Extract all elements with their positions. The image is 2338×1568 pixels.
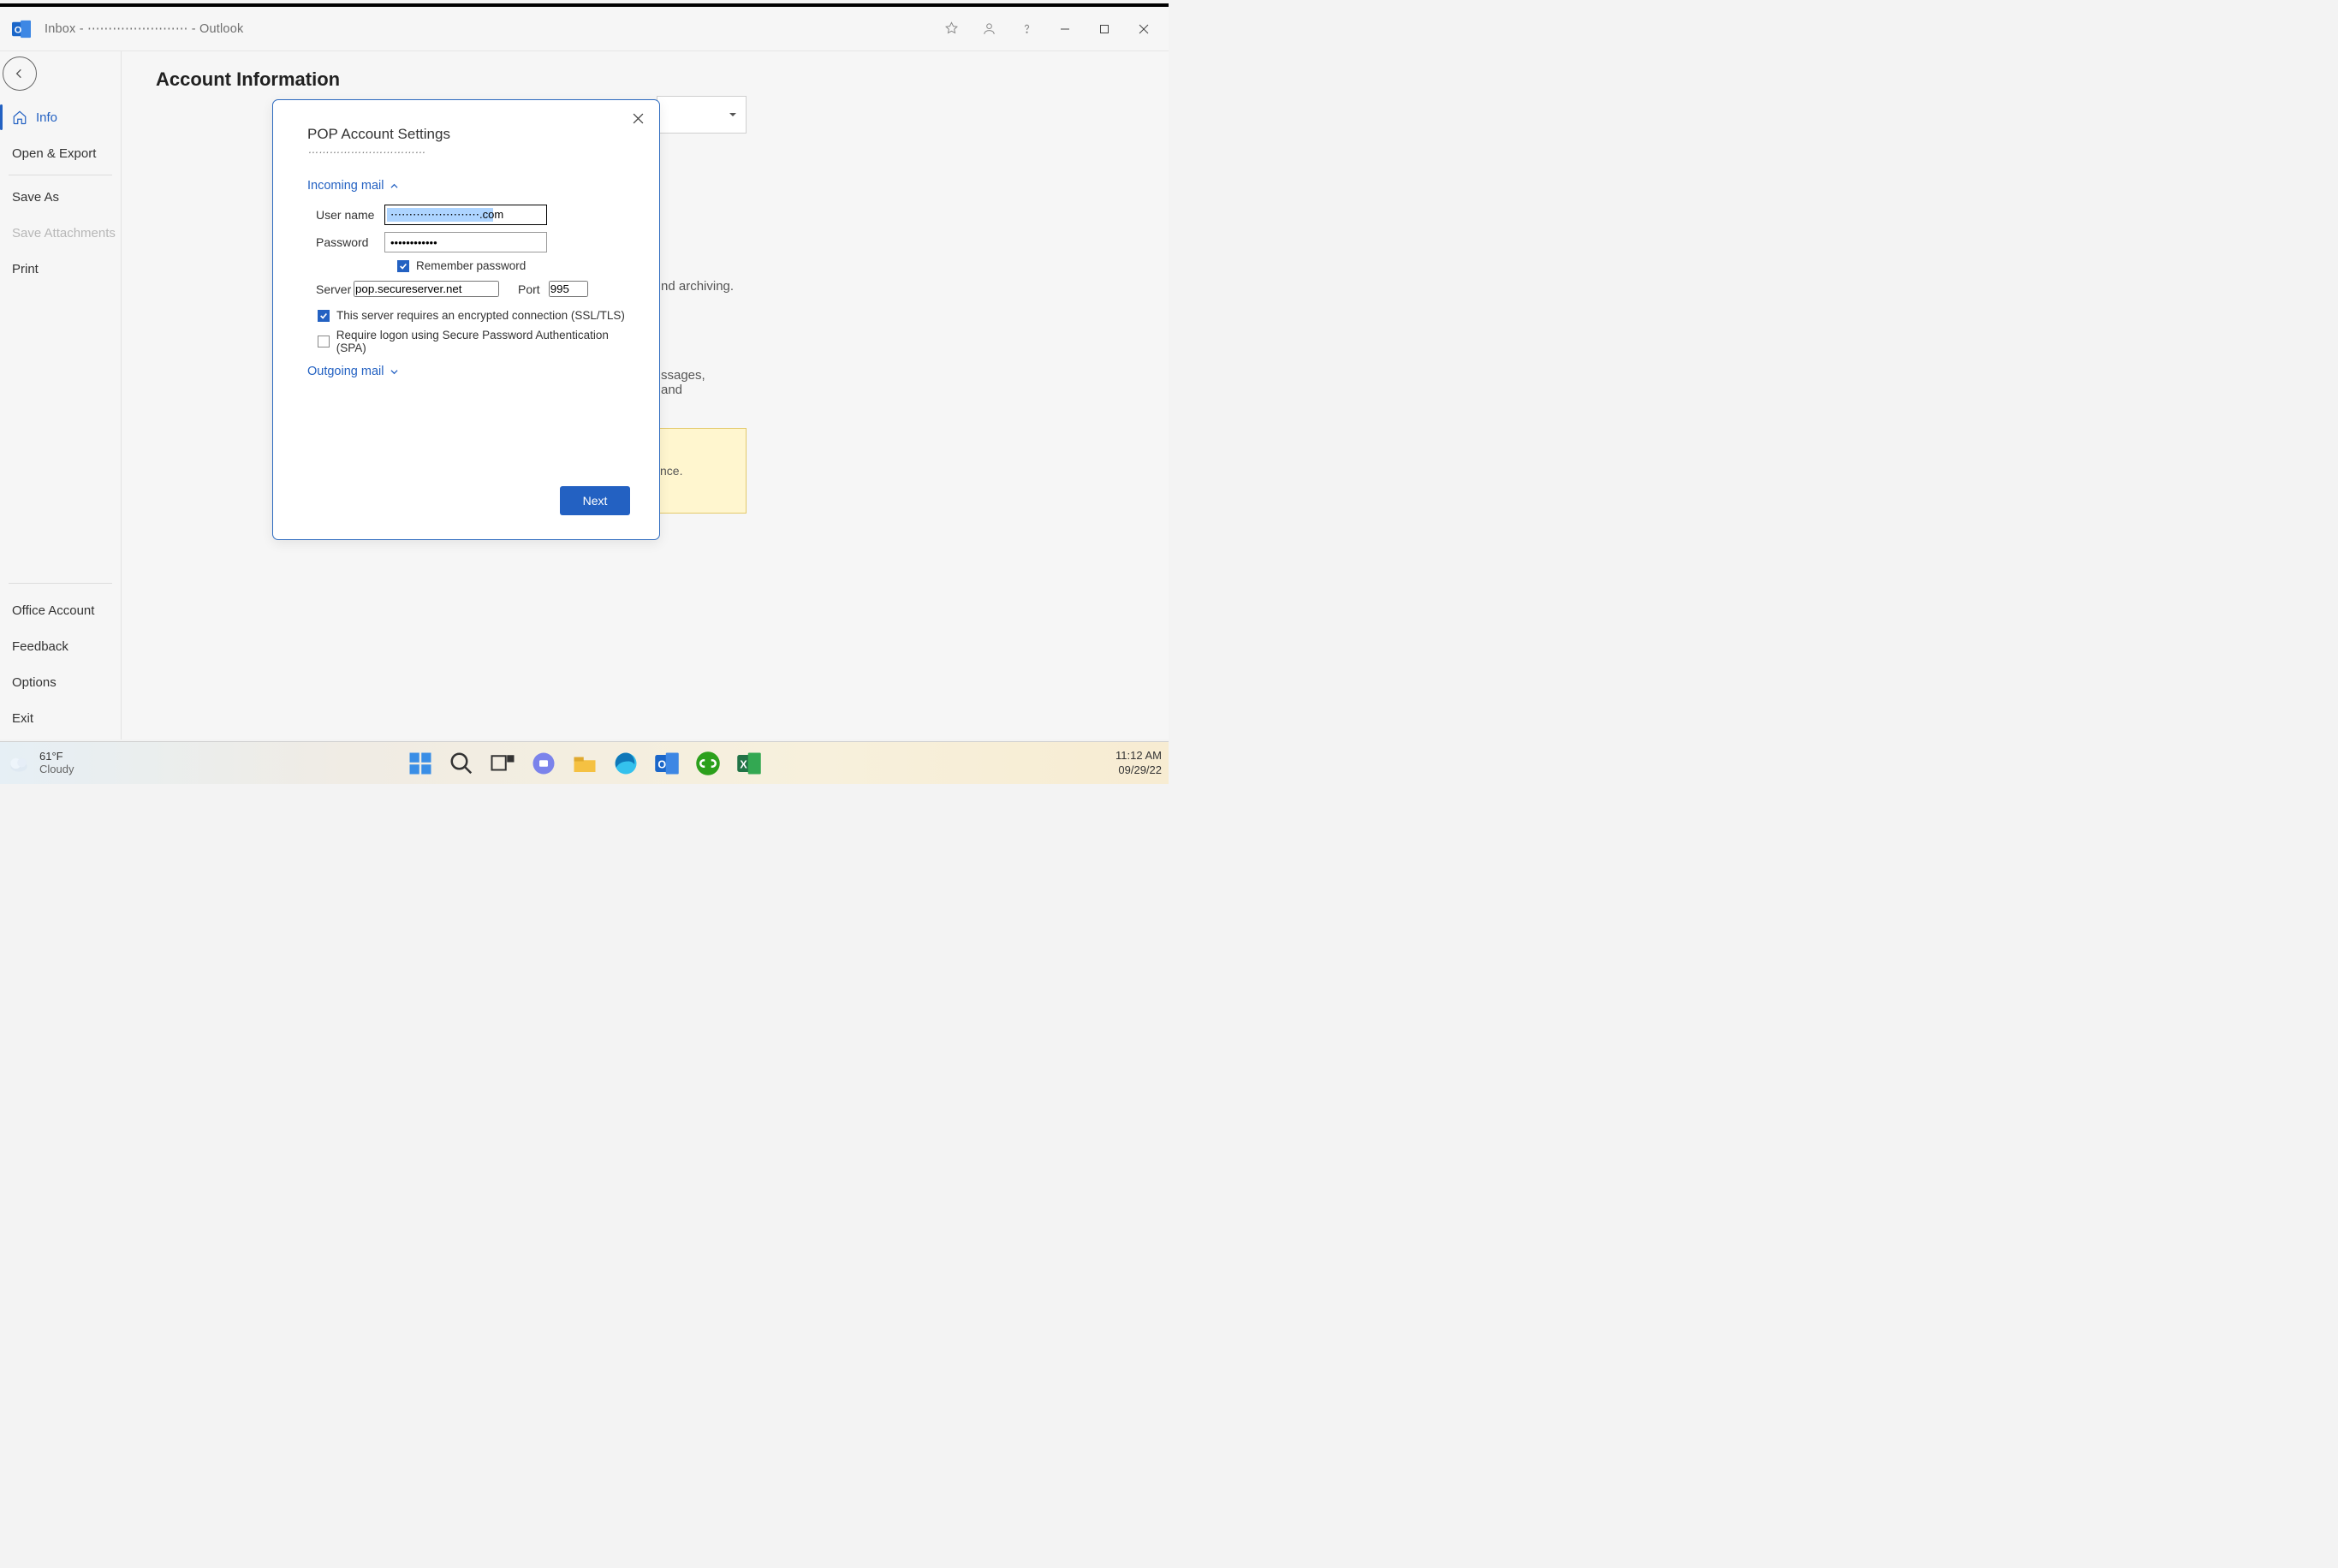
sidebar-item-label: Exit — [12, 711, 33, 726]
minimize-button[interactable] — [1045, 15, 1085, 43]
password-label: Password — [307, 235, 384, 249]
chevron-up-icon — [390, 182, 398, 190]
remember-password-label: Remember password — [416, 259, 526, 272]
ssl-label: This server requires an encrypted connec… — [336, 309, 625, 322]
outlook-icon: O — [12, 20, 31, 39]
help-icon[interactable] — [1008, 13, 1045, 45]
spa-label: Require logon using Secure Password Auth… — [336, 329, 635, 354]
incoming-mail-section-toggle[interactable]: Incoming mail — [307, 179, 635, 193]
spa-checkbox[interactable] — [318, 336, 330, 347]
windows-taskbar: 61°F Cloudy O X 11:12 AM 09/29/22 — [0, 741, 1169, 784]
section-label: Outgoing mail — [307, 365, 384, 378]
sidebar-item-open-export[interactable]: Open & Export — [0, 135, 121, 171]
task-view-button[interactable] — [490, 751, 515, 776]
dialog-subtitle: ⋯⋯⋯⋯⋯⋯⋯⋯⋯⋯⋯ — [307, 146, 635, 158]
search-button[interactable] — [449, 751, 474, 776]
page-title: Account Information — [156, 68, 1169, 91]
yellow-banner-fragment: nce. — [657, 428, 747, 514]
ssl-checkbox[interactable] — [318, 310, 330, 322]
excel-icon[interactable]: X — [736, 751, 762, 776]
sidebar-item-label: Office Account — [12, 603, 94, 618]
outlook-window: O Inbox - ⋯⋯⋯⋯⋯⋯⋯⋯ - Outlook Info Open &… — [0, 3, 1169, 739]
close-window-button[interactable] — [1124, 15, 1163, 43]
sidebar-item-office-account[interactable]: Office Account — [0, 592, 121, 628]
svg-text:O: O — [657, 758, 666, 770]
section-label: Incoming mail — [307, 179, 384, 193]
backstage-sidebar: Info Open & Export Save As Save Attachme… — [0, 51, 122, 739]
server-input[interactable] — [354, 281, 499, 297]
home-icon — [12, 110, 27, 125]
file-explorer-icon[interactable] — [572, 751, 598, 776]
weather-desc: Cloudy — [39, 763, 74, 776]
window-title: Inbox - ⋯⋯⋯⋯⋯⋯⋯⋯ - Outlook — [45, 22, 243, 36]
password-input[interactable] — [384, 232, 547, 252]
chat-icon[interactable] — [531, 751, 556, 776]
account-dropdown-fragment[interactable] — [657, 96, 747, 134]
sidebar-item-save-attachments: Save Attachments — [0, 215, 121, 251]
chevron-down-icon — [390, 368, 398, 376]
sidebar-item-feedback[interactable]: Feedback — [0, 628, 121, 664]
sidebar-item-label: Open & Export — [12, 146, 96, 161]
server-label: Server — [307, 282, 345, 296]
svg-text:O: O — [15, 25, 22, 35]
cloud-icon — [7, 751, 31, 775]
maximize-button[interactable] — [1085, 15, 1124, 43]
sidebar-item-label: Save As — [12, 190, 59, 205]
start-button[interactable] — [408, 751, 433, 776]
weather-temp: 61°F — [39, 751, 74, 763]
dialog-close-button[interactable] — [627, 107, 649, 129]
remember-password-checkbox[interactable] — [397, 260, 409, 272]
next-button[interactable]: Next — [560, 486, 630, 515]
sidebar-item-print[interactable]: Print — [0, 251, 121, 287]
sidebar-item-save-as[interactable]: Save As — [0, 179, 121, 215]
port-label: Port — [518, 282, 540, 296]
premium-icon[interactable] — [932, 13, 970, 45]
titlebar: O Inbox - ⋯⋯⋯⋯⋯⋯⋯⋯ - Outlook — [0, 7, 1169, 51]
svg-text:X: X — [740, 758, 747, 770]
bg-text-fragment: nd archiving. — [661, 279, 734, 294]
sidebar-item-exit[interactable]: Exit — [0, 700, 121, 736]
profile-icon[interactable] — [970, 13, 1008, 45]
taskbar-clock[interactable]: 11:12 AM 09/29/22 — [1115, 749, 1162, 777]
sidebar-item-label: Feedback — [12, 639, 68, 654]
backstage-main: Account Information nd archiving. ssages… — [122, 51, 1169, 739]
dialog-title: POP Account Settings — [307, 126, 635, 143]
quickbooks-icon[interactable] — [695, 751, 721, 776]
clock-date: 09/29/22 — [1115, 763, 1162, 777]
username-label: User name — [307, 208, 384, 222]
sidebar-item-label: Info — [36, 110, 57, 125]
bg-text-fragment: ssages, and — [661, 368, 708, 397]
outgoing-mail-section-toggle[interactable]: Outgoing mail — [307, 365, 635, 378]
back-button[interactable] — [3, 56, 37, 91]
sidebar-item-label: Options — [12, 675, 57, 690]
taskbar-weather[interactable]: 61°F Cloudy — [7, 751, 74, 776]
outlook-taskbar-icon[interactable]: O — [654, 751, 680, 776]
username-input[interactable] — [384, 205, 547, 225]
port-input[interactable] — [549, 281, 588, 297]
sidebar-item-options[interactable]: Options — [0, 664, 121, 700]
sidebar-item-label: Print — [12, 262, 39, 276]
pop-account-settings-dialog: POP Account Settings ⋯⋯⋯⋯⋯⋯⋯⋯⋯⋯⋯ Incomin… — [272, 99, 660, 540]
sidebar-item-info[interactable]: Info — [0, 99, 121, 135]
sidebar-item-label: Save Attachments — [12, 226, 116, 241]
edge-icon[interactable] — [613, 751, 639, 776]
sidebar-separator — [9, 583, 112, 584]
clock-time: 11:12 AM — [1115, 749, 1162, 763]
